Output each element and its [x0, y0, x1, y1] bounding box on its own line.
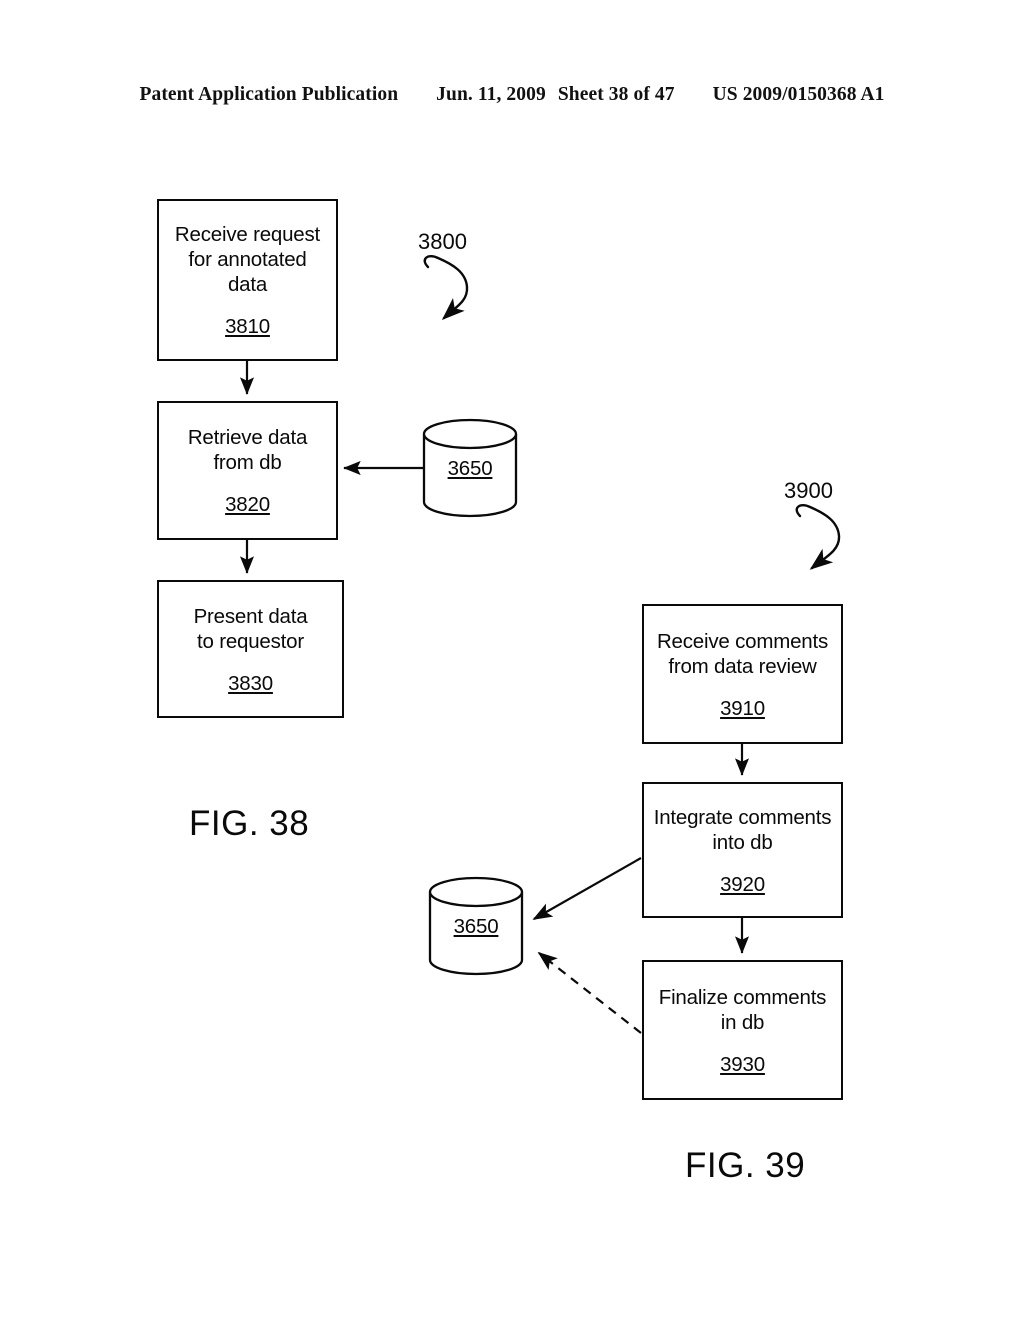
figure-caption-38: FIG. 38 — [189, 804, 310, 843]
database-cylinder-3650-fig38: 3650 — [424, 420, 516, 516]
database-cylinder-3650-fig38-label: 3650 — [447, 457, 493, 480]
process-box-3930-reference: 3930 — [720, 1052, 765, 1076]
process-box-3820: Retrieve data from db 3820 — [157, 401, 338, 540]
flow-reference-3900: 3900 — [784, 478, 833, 503]
process-box-3920-text: Integrate comments into db — [653, 805, 832, 854]
flow-reference-3800: 3800 — [418, 229, 467, 254]
process-box-3830: Present data to requestor 3830 — [157, 580, 344, 718]
database-cylinder-3650-fig39: 3650 — [430, 878, 522, 974]
process-box-3920-reference: 3920 — [720, 872, 765, 896]
process-box-3930: Finalize comments in db 3930 — [642, 960, 843, 1100]
process-box-3830-reference: 3830 — [228, 671, 273, 695]
process-box-3910-reference: 3910 — [720, 696, 765, 720]
process-box-3830-text: Present data to requestor — [193, 604, 308, 653]
connector-3930-to-db3650-dashed — [537, 951, 642, 1034]
process-box-3910-text: Receive comments from data review — [656, 629, 829, 678]
callout-arrow-3900 — [795, 503, 841, 570]
patent-drawing-sheet: Receive request for annotated data 3810 … — [0, 0, 1024, 1320]
process-box-3920: Integrate comments into db 3920 — [642, 782, 843, 918]
process-box-3810-reference: 3810 — [225, 315, 270, 338]
figure-caption-39: FIG. 39 — [685, 1146, 806, 1185]
connector-layer — [239, 254, 841, 1034]
connector-3920-to-db3650 — [532, 857, 642, 920]
database-cylinder-3650-fig39-label: 3650 — [453, 915, 499, 938]
process-box-3910: Receive comments from data review 3910 — [642, 604, 843, 744]
process-box-3810-text: Receive request for annotated data — [174, 223, 321, 296]
callout-arrow-3800 — [423, 254, 469, 320]
process-box-3820-text: Retrieve data from db — [187, 426, 308, 474]
process-box-3810: Receive request for annotated data 3810 — [157, 199, 338, 361]
process-box-3820-reference: 3820 — [225, 493, 270, 516]
process-box-3930-text: Finalize comments in db — [658, 985, 827, 1034]
